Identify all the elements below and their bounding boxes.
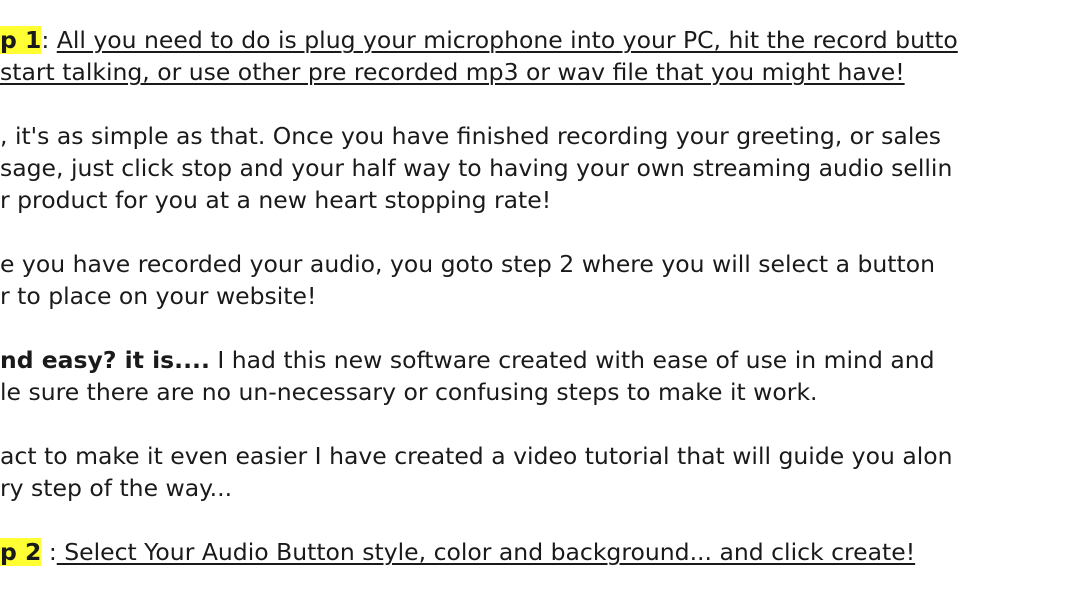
step1-line-2: start talking, or use other pre recorded… xyxy=(0,56,905,88)
para4-text-2: ry step of the way... xyxy=(0,474,233,502)
para3-bold-lead: nd easy? it is.... xyxy=(0,346,210,374)
para3-text-1: I had this new software created with eas… xyxy=(209,346,935,374)
step2-line: p 2 : Select Your Audio Button style, co… xyxy=(0,536,915,568)
step1-separator: : xyxy=(41,26,57,54)
para4-line-2: ry step of the way... xyxy=(0,472,232,504)
step2-label: p 2 xyxy=(0,538,42,566)
step2-text: Select Your Audio Button style, color an… xyxy=(56,538,916,566)
step1-text-1: All you need to do is plug your micropho… xyxy=(56,26,958,54)
para3-line-1: nd easy? it is.... I had this new softwa… xyxy=(0,344,935,376)
para1-text-3: r product for you at a new heart stoppin… xyxy=(0,186,552,214)
para3-text-2: le sure there are no un-necessary or con… xyxy=(0,378,818,406)
para2-text-2: r to place on your website! xyxy=(0,282,317,310)
para2-text-1: e you have recorded your audio, you goto… xyxy=(0,250,935,278)
step1-line-1: p 1: All you need to do is plug your mic… xyxy=(0,24,958,56)
step1-text-2: start talking, or use other pre recorded… xyxy=(0,58,905,86)
para1-text-2: sage, just click stop and your half way … xyxy=(0,154,953,182)
para2-line-2: r to place on your website! xyxy=(0,280,316,312)
document-page: p 1: All you need to do is plug your mic… xyxy=(0,0,1068,606)
para1-line-2: sage, just click stop and your half way … xyxy=(0,152,952,184)
para1-line-3: r product for you at a new heart stoppin… xyxy=(0,184,551,216)
step1-label: p 1 xyxy=(0,26,42,54)
para1-text-1: , it's as simple as that. Once you have … xyxy=(0,122,942,150)
step2-separator: : xyxy=(41,538,57,566)
para3-line-2: le sure there are no un-necessary or con… xyxy=(0,376,818,408)
para1-line-1: , it's as simple as that. Once you have … xyxy=(0,120,941,152)
para4-line-1: act to make it even easier I have create… xyxy=(0,440,953,472)
para4-text-1: act to make it even easier I have create… xyxy=(0,442,953,470)
para2-line-1: e you have recorded your audio, you goto… xyxy=(0,248,935,280)
